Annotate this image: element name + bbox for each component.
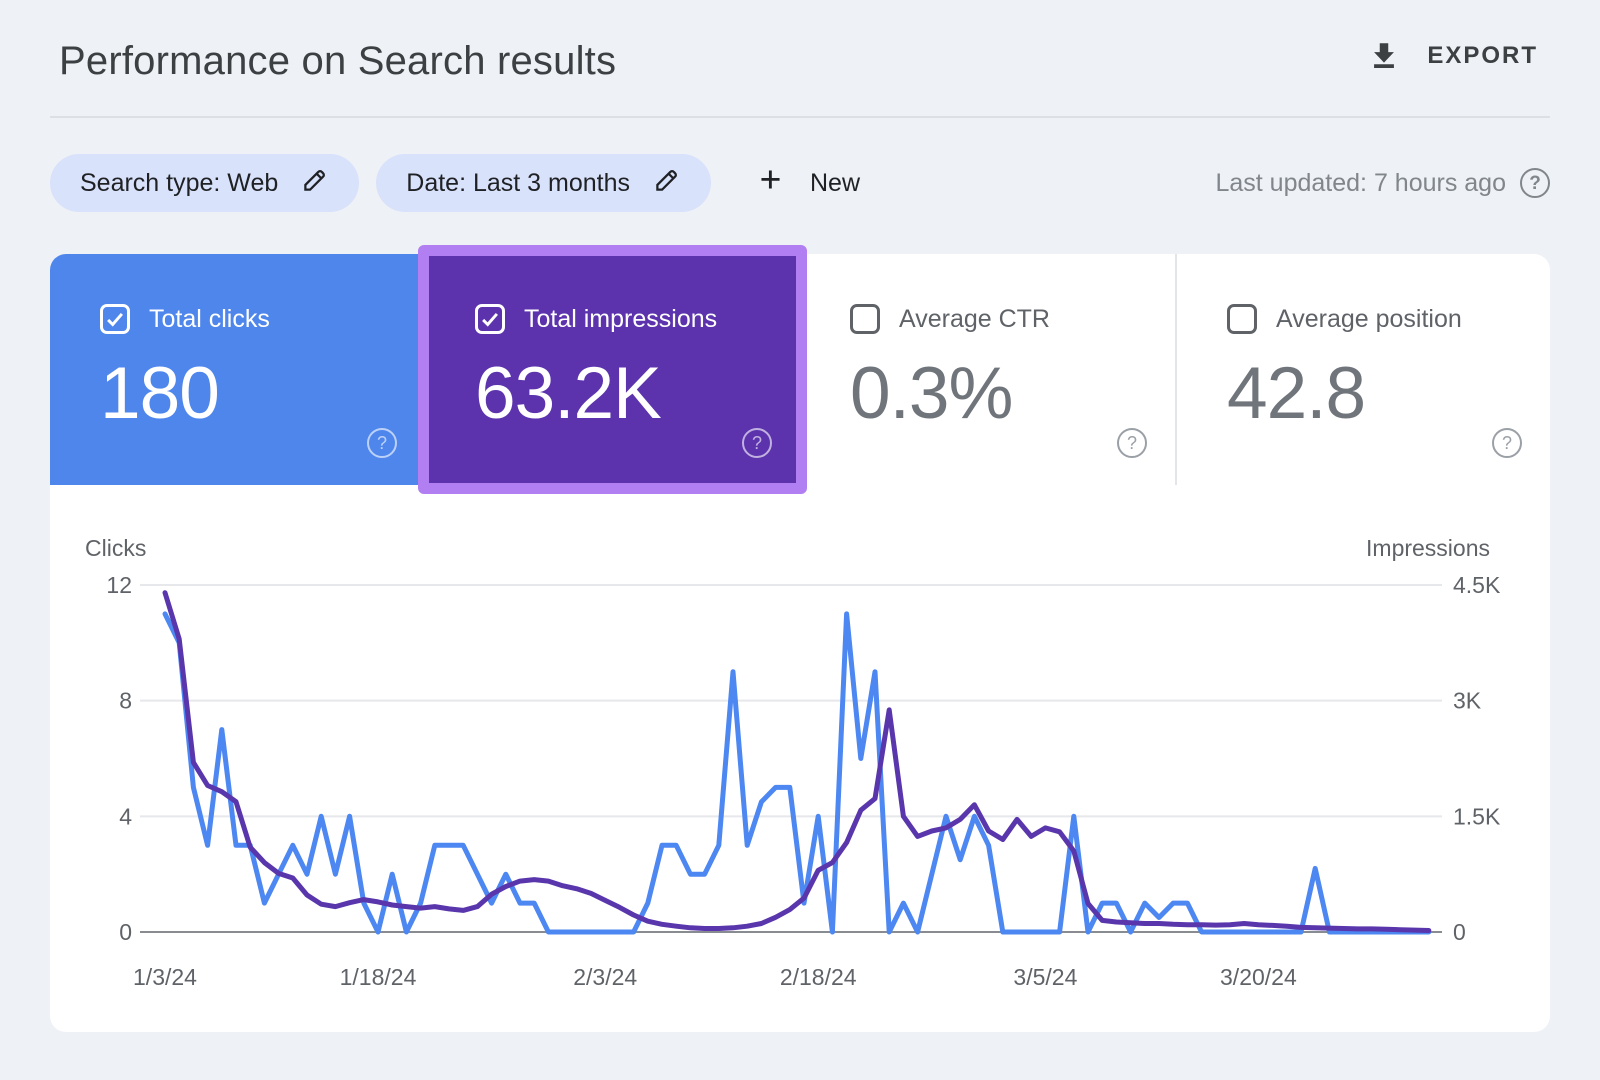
checkbox-checked-icon[interactable]: [475, 304, 505, 334]
svg-text:1/3/24: 1/3/24: [133, 964, 197, 990]
performance-chart: 12 8 4 0 4.5K 3K 1.5K 0 Clicks Impressions 1/3/24 1…: [50, 485, 1550, 1032]
svg-text:8: 8: [119, 688, 132, 714]
svg-text:4.5K: 4.5K: [1453, 572, 1501, 598]
metric-value: 63.2K: [475, 352, 800, 435]
help-icon[interactable]: [1520, 168, 1550, 198]
metric-label: Total clicks: [149, 305, 270, 334]
checkbox-checked-icon[interactable]: [100, 304, 130, 334]
export-label: EXPORT: [1427, 42, 1538, 70]
metric-value: 42.8: [1227, 352, 1550, 435]
metric-card-total-impressions[interactable]: Total impressions 63.2K: [425, 254, 800, 485]
search-console-performance-page: { "header": { "title": "Performance on S…: [0, 0, 1600, 1080]
performance-panel: Total clicks 180 Total impressions 63.2K…: [50, 254, 1550, 1032]
help-icon[interactable]: [367, 428, 397, 458]
chart-section: 12 8 4 0 4.5K 3K 1.5K 0 Clicks Impressions 1/3/24 1…: [50, 485, 1550, 1032]
svg-text:3K: 3K: [1453, 688, 1482, 714]
page-header: Performance on Search results EXPORT: [0, 0, 1600, 116]
edit-pencil-icon[interactable]: [654, 166, 681, 200]
filter-bar: Search type: Web Date: Last 3 months New…: [50, 154, 1550, 212]
help-icon[interactable]: [1492, 428, 1522, 458]
help-icon[interactable]: [742, 428, 772, 458]
svg-text:1/18/24: 1/18/24: [340, 964, 417, 990]
svg-text:1.5K: 1.5K: [1453, 803, 1501, 829]
edit-pencil-icon[interactable]: [302, 166, 329, 200]
date-range-chip-label: Date: Last 3 months: [406, 169, 630, 198]
search-type-chip-label: Search type: Web: [80, 169, 278, 198]
svg-text:3/5/24: 3/5/24: [1013, 964, 1077, 990]
metrics-row: Total clicks 180 Total impressions 63.2K…: [50, 254, 1550, 485]
help-icon[interactable]: [1117, 428, 1147, 458]
checkbox-unchecked-icon[interactable]: [850, 304, 880, 334]
page-title: Performance on Search results: [59, 39, 616, 84]
export-button[interactable]: EXPORT: [1367, 39, 1538, 73]
metric-label: Average CTR: [899, 305, 1050, 334]
last-updated-text: Last updated: 7 hours ago: [1215, 169, 1506, 198]
svg-text:Impressions: Impressions: [1366, 535, 1490, 561]
new-filter-button[interactable]: New: [755, 164, 860, 202]
metric-label: Total impressions: [524, 305, 717, 334]
metric-value: 180: [100, 352, 425, 435]
svg-text:2/3/24: 2/3/24: [573, 964, 637, 990]
svg-text:12: 12: [106, 572, 132, 598]
plus-icon: [755, 164, 786, 202]
metric-label: Average position: [1276, 305, 1462, 334]
svg-text:3/20/24: 3/20/24: [1220, 964, 1297, 990]
metric-card-total-clicks[interactable]: Total clicks 180: [50, 254, 425, 485]
checkbox-unchecked-icon[interactable]: [1227, 304, 1257, 334]
download-icon: [1367, 39, 1401, 73]
metric-card-average-ctr[interactable]: Average CTR 0.3%: [800, 254, 1175, 485]
svg-text:0: 0: [1453, 919, 1466, 945]
header-divider: [50, 116, 1550, 118]
svg-text:2/18/24: 2/18/24: [780, 964, 857, 990]
svg-text:4: 4: [119, 803, 132, 829]
search-type-chip[interactable]: Search type: Web: [50, 154, 359, 212]
new-filter-label: New: [810, 169, 860, 198]
svg-text:0: 0: [119, 919, 132, 945]
metric-card-average-position[interactable]: Average position 42.8: [1175, 254, 1550, 485]
metric-value: 0.3%: [850, 352, 1175, 435]
svg-text:Clicks: Clicks: [85, 535, 146, 561]
date-range-chip[interactable]: Date: Last 3 months: [376, 154, 711, 212]
last-updated: Last updated: 7 hours ago: [1215, 168, 1550, 198]
